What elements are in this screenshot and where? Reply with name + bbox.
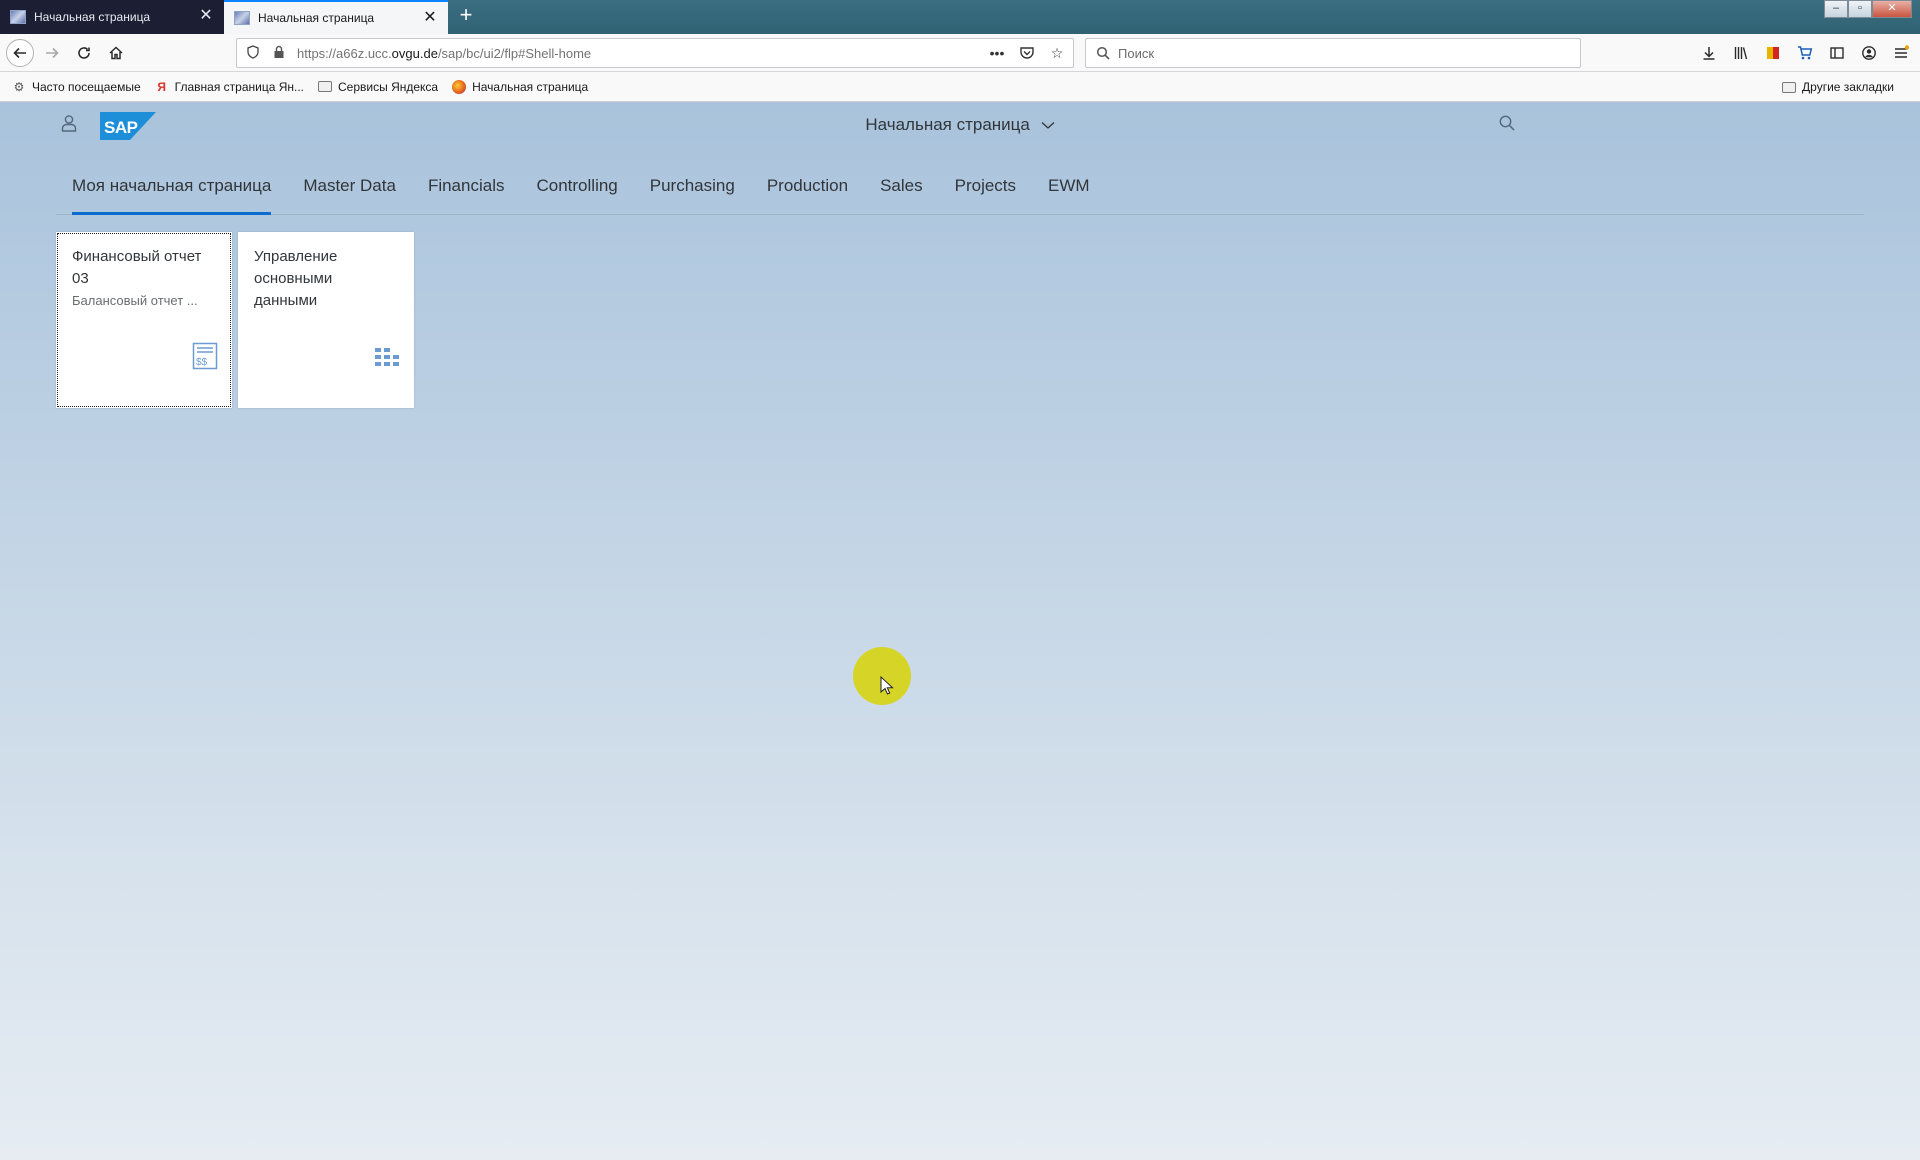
other-bookmarks-folder[interactable]: Другие закладки bbox=[1782, 72, 1894, 102]
address-bar[interactable]: https://a66z.ucc.ovgu.de/sap/bc/ui2/flp#… bbox=[236, 38, 1074, 68]
shield-icon[interactable] bbox=[245, 45, 261, 61]
url-path: /sap/bc/ui2/flp#Shell-home bbox=[437, 45, 592, 61]
home-button[interactable] bbox=[102, 39, 130, 67]
firefox-icon bbox=[452, 79, 467, 94]
grid-icon bbox=[375, 348, 399, 366]
shell-title-menu[interactable]: Начальная страница bbox=[0, 114, 1920, 135]
bookmark-item[interactable]: Я Главная страница Ян... bbox=[155, 80, 304, 94]
pocket-icon[interactable] bbox=[1017, 43, 1037, 63]
search-icon bbox=[1096, 46, 1110, 60]
forward-button[interactable] bbox=[38, 39, 66, 67]
menu-icon[interactable] bbox=[1890, 42, 1912, 64]
bookmark-label: Часто посещаемые bbox=[32, 79, 141, 94]
tab-title: Начальная страница bbox=[34, 10, 151, 24]
url-actions: ••• ☆ bbox=[987, 43, 1067, 63]
home-icon bbox=[109, 46, 123, 60]
bookmark-star-icon[interactable]: ☆ bbox=[1047, 43, 1067, 63]
bookmark-label: Другие закладки bbox=[1802, 80, 1894, 94]
maximize-button[interactable]: ▫ bbox=[1848, 0, 1872, 18]
url-domain: ovgu.de bbox=[391, 45, 438, 61]
sidebar-icon[interactable] bbox=[1826, 42, 1848, 64]
browser-tab-strip: Начальная страница ✕ Начальная страница … bbox=[0, 0, 1920, 34]
app-tile-master-data-management[interactable]: Управление основными данными bbox=[238, 232, 414, 408]
url-text[interactable]: https://a66z.ucc.ovgu.de/sap/bc/ui2/flp#… bbox=[297, 46, 591, 61]
arrow-right-icon bbox=[46, 47, 59, 59]
tile-title: Управление основными данными bbox=[254, 248, 338, 309]
bookmarks-bar: ⚙ Часто посещаемые Я Главная страница Ян… bbox=[0, 72, 1920, 102]
url-prefix: https://a66z.ucc. bbox=[297, 45, 392, 61]
group-tab-master-data[interactable]: Master Data bbox=[287, 158, 412, 214]
page-actions-icon[interactable]: ••• bbox=[987, 43, 1007, 63]
search-icon[interactable] bbox=[1498, 114, 1516, 132]
search-placeholder: Поиск bbox=[1118, 45, 1155, 61]
window-close-button[interactable]: ✕ bbox=[1872, 0, 1912, 18]
tab-close-icon[interactable]: ✕ bbox=[422, 10, 438, 26]
group-tab-controlling[interactable]: Controlling bbox=[520, 158, 633, 214]
folder-icon bbox=[318, 81, 333, 92]
mouse-cursor-icon bbox=[880, 676, 894, 695]
bookmark-item[interactable]: Начальная страница bbox=[452, 79, 589, 94]
browser-nav-bar: https://a66z.ucc.ovgu.de/sap/bc/ui2/flp#… bbox=[0, 34, 1920, 72]
extension-flag-icon[interactable] bbox=[1762, 42, 1784, 64]
bookmark-label: Главная страница Ян... bbox=[174, 79, 305, 94]
bookmark-folder[interactable]: Сервисы Яндекса bbox=[318, 80, 438, 94]
svg-text:$$: $$ bbox=[196, 357, 208, 368]
cart-icon[interactable] bbox=[1794, 42, 1816, 64]
group-tab-projects[interactable]: Projects bbox=[939, 158, 1032, 214]
group-tab-production[interactable]: Production bbox=[751, 158, 864, 214]
browser-tab[interactable]: Начальная страница ✕ bbox=[0, 0, 224, 34]
app-tile-financial-report[interactable]: Финансовый отчет 03 Балансовый отчет ...… bbox=[56, 232, 232, 408]
bookmark-label: Сервисы Яндекса bbox=[338, 79, 439, 94]
bookmark-item[interactable]: ⚙ Часто посещаемые bbox=[12, 80, 141, 94]
gear-icon: ⚙ bbox=[13, 79, 25, 94]
page-favicon-icon bbox=[234, 11, 250, 25]
arrow-left-icon bbox=[13, 47, 26, 59]
yandex-icon: Я bbox=[157, 79, 166, 94]
shell-title: Начальная страница bbox=[865, 114, 1030, 134]
group-tab-financials[interactable]: Financials bbox=[412, 158, 521, 214]
group-tab-purchasing[interactable]: Purchasing bbox=[634, 158, 751, 214]
chevron-down-icon bbox=[1041, 121, 1055, 129]
search-bar[interactable]: Поиск bbox=[1085, 38, 1581, 68]
minimize-button[interactable]: – bbox=[1824, 0, 1848, 18]
page-favicon-icon bbox=[10, 10, 26, 24]
shell-header: SAP Начальная страница bbox=[0, 102, 1920, 146]
tile-title: Финансовый отчет 03 bbox=[72, 248, 202, 287]
tab-close-icon[interactable]: ✕ bbox=[198, 8, 214, 24]
group-tab-sales[interactable]: Sales bbox=[864, 158, 939, 214]
bookmark-label: Начальная страница bbox=[472, 79, 589, 94]
toolbar-icons bbox=[1698, 42, 1920, 64]
window-controls: – ▫ ✕ bbox=[1824, 0, 1912, 18]
reload-icon bbox=[78, 47, 90, 59]
reload-button[interactable] bbox=[70, 39, 98, 67]
library-icon[interactable] bbox=[1730, 42, 1752, 64]
fiori-launchpad: SAP Начальная страница Моя начальная стр… bbox=[0, 102, 1920, 1160]
download-icon[interactable] bbox=[1698, 42, 1720, 64]
account-icon[interactable] bbox=[1858, 42, 1880, 64]
new-tab-button[interactable]: + bbox=[454, 4, 478, 28]
browser-tab-active[interactable]: Начальная страница ✕ bbox=[224, 0, 448, 34]
back-button[interactable] bbox=[6, 39, 34, 67]
balance-sheet-icon: $$ bbox=[192, 342, 218, 370]
group-tab-ewm[interactable]: EWM bbox=[1032, 158, 1106, 214]
folder-icon bbox=[1782, 81, 1797, 93]
tab-title: Начальная страница bbox=[258, 11, 375, 25]
tile-subtitle: Балансовый отчет ... bbox=[72, 293, 198, 308]
group-tab-my-home[interactable]: Моя начальная страница bbox=[56, 158, 287, 215]
group-tab-bar: Моя начальная страница Master Data Finan… bbox=[56, 158, 1864, 215]
lock-icon[interactable] bbox=[271, 45, 287, 61]
